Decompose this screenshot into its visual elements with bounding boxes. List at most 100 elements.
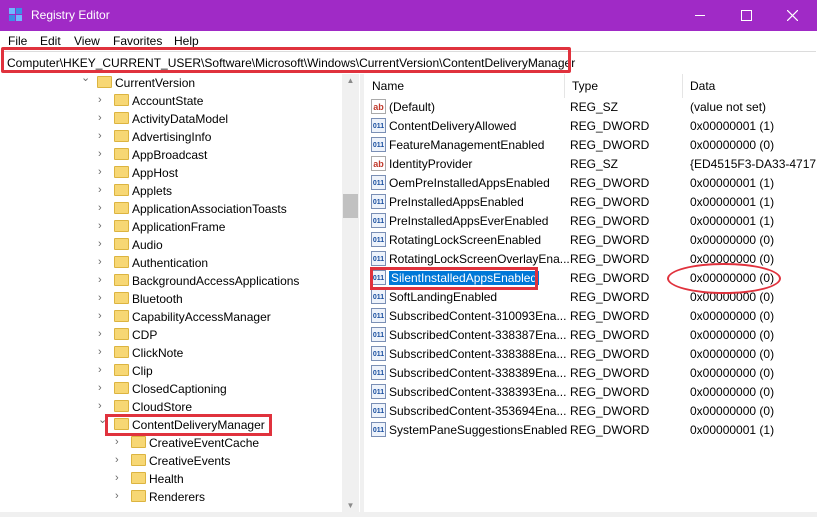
- tree-item-label: AccountState: [132, 94, 204, 108]
- dword-value-icon: 011: [371, 194, 386, 209]
- dword-value-icon: 011: [371, 175, 386, 190]
- tree-item[interactable]: › Health: [1, 470, 341, 488]
- value-row[interactable]: 011 SubscribedContent-338389Ena... REG_DWO…: [364, 363, 816, 382]
- scroll-down-icon[interactable]: ▼: [342, 501, 359, 510]
- value-type: REG_DWORD: [570, 252, 650, 266]
- value-row[interactable]: 011 SubscribedContent-310093Ena... REG_DWO…: [364, 306, 816, 325]
- chevron-right-icon[interactable]: ›: [98, 130, 102, 142]
- column-type-label: Type: [572, 79, 599, 93]
- tree-item[interactable]: › ApplicationAssociationToasts: [1, 200, 341, 218]
- folder-icon: [114, 148, 129, 160]
- value-row[interactable]: 011 FeatureManagementEnabled REG_DWORD 0x00…: [364, 135, 816, 154]
- maximize-button[interactable]: [723, 0, 769, 31]
- column-header-type[interactable]: Type: [564, 74, 683, 98]
- chevron-right-icon[interactable]: ›: [98, 184, 102, 196]
- value-row[interactable]: ab (Default) REG_SZ (value not set): [364, 97, 816, 116]
- chevron-right-icon[interactable]: ›: [115, 472, 119, 484]
- column-header-data[interactable]: Data: [682, 74, 816, 98]
- tree-item[interactable]: › Applets: [1, 182, 341, 200]
- tree-item[interactable]: › CDP: [1, 326, 341, 344]
- tree-item[interactable]: › BackgroundAccessApplications: [1, 272, 341, 290]
- value-name: SubscribedContent-338389Ena...: [389, 366, 567, 380]
- tree-item[interactable]: › AccountState: [1, 92, 341, 110]
- chevron-right-icon[interactable]: ›: [115, 490, 119, 502]
- value-row[interactable]: 011 SubscribedContent-338393Ena... REG_DWO…: [364, 382, 816, 401]
- menu-edit[interactable]: Edit: [40, 34, 61, 48]
- dword-value-icon: 011: [371, 327, 386, 342]
- value-type: REG_DWORD: [570, 423, 650, 437]
- chevron-right-icon[interactable]: ›: [98, 274, 102, 286]
- scroll-thumb[interactable]: [343, 194, 358, 218]
- chevron-right-icon[interactable]: ›: [98, 400, 102, 412]
- menu-file[interactable]: File: [8, 34, 27, 48]
- tree-item[interactable]: › Authentication: [1, 254, 341, 272]
- value-row[interactable]: 011 SubscribedContent-353694Ena... REG_DWO…: [364, 401, 816, 420]
- chevron-right-icon[interactable]: ›: [98, 346, 102, 358]
- tree-item-label: Applets: [132, 184, 173, 198]
- chevron-right-icon[interactable]: ›: [98, 166, 102, 178]
- tree-item[interactable]: › CapabilityAccessManager: [1, 308, 341, 326]
- tree-item[interactable]: › Renderers: [1, 488, 341, 506]
- folder-icon: [114, 328, 129, 340]
- chevron-right-icon[interactable]: ›: [98, 220, 102, 232]
- value-row[interactable]: 011 OemPreInstalledAppsEnabled REG_DWORD 0x…: [364, 173, 816, 192]
- value-name: SubscribedContent-353694Ena...: [389, 404, 567, 418]
- chevron-right-icon[interactable]: ›: [115, 454, 119, 466]
- tree-item[interactable]: › ActivityDataModel: [1, 110, 341, 128]
- tree-item[interactable]: ⌄ CurrentVersion: [1, 74, 341, 92]
- value-row[interactable]: ab IdentityProvider REG_SZ {ED4515F3-DA33-4…: [364, 154, 816, 173]
- folder-icon: [131, 472, 146, 484]
- value-type: REG_DWORD: [570, 195, 650, 209]
- tree-item-label: CDP: [132, 328, 158, 342]
- chevron-right-icon[interactable]: ›: [98, 328, 102, 340]
- minimize-button[interactable]: [677, 0, 723, 31]
- tree-item[interactable]: › AppBroadcast: [1, 146, 341, 164]
- chevron-right-icon[interactable]: ›: [115, 436, 119, 448]
- chevron-right-icon[interactable]: ›: [98, 364, 102, 376]
- tree-item[interactable]: › AdvertisingInfo: [1, 128, 341, 146]
- tree-item[interactable]: › Audio: [1, 236, 341, 254]
- chevron-right-icon[interactable]: ›: [98, 292, 102, 304]
- menu-view[interactable]: View: [74, 34, 100, 48]
- value-type: REG_DWORD: [570, 233, 650, 247]
- menu-help[interactable]: Help: [174, 34, 199, 48]
- close-button[interactable]: [769, 0, 815, 31]
- chevron-down-icon[interactable]: ⌄: [81, 74, 90, 84]
- value-name: FeatureManagementEnabled: [389, 138, 545, 152]
- chevron-right-icon[interactable]: ›: [98, 94, 102, 106]
- chevron-right-icon[interactable]: ›: [98, 256, 102, 268]
- column-data-label: Data: [690, 79, 716, 93]
- value-row[interactable]: 011 PreInstalledAppsEverEnabled REG_DWORD 0…: [364, 211, 816, 230]
- address-highlight-box: [1, 47, 571, 73]
- column-header-name[interactable]: Name: [364, 74, 565, 98]
- chevron-right-icon[interactable]: ›: [98, 310, 102, 322]
- tree-item[interactable]: › CreativeEvents: [1, 452, 341, 470]
- folder-icon: [114, 184, 129, 196]
- chevron-right-icon[interactable]: ›: [98, 382, 102, 394]
- chevron-right-icon[interactable]: ›: [98, 112, 102, 124]
- tree-item[interactable]: › ClickNote: [1, 344, 341, 362]
- value-row[interactable]: 011 ContentDeliveryAllowed REG_DWORD 0x0000…: [364, 116, 816, 135]
- tree-item[interactable]: › CreativeEventCache: [1, 434, 341, 452]
- value-row[interactable]: 011 SystemPaneSuggestionsEnabled REG_DWORD…: [364, 420, 816, 439]
- value-row[interactable]: 011 SubscribedContent-338388Ena... REG_DWO…: [364, 344, 816, 363]
- scroll-up-icon[interactable]: ▲: [342, 76, 359, 85]
- value-row[interactable]: 011 SubscribedContent-338387Ena... REG_DWO…: [364, 325, 816, 344]
- value-row[interactable]: 011 RotatingLockScreenEnabled REG_DWORD 0x0…: [364, 230, 816, 249]
- value-data: 0x00000000 (0): [690, 385, 775, 399]
- tree-item[interactable]: › AppHost: [1, 164, 341, 182]
- tree-item[interactable]: › ApplicationFrame: [1, 218, 341, 236]
- chevron-right-icon[interactable]: ›: [98, 238, 102, 250]
- dword-value-icon: 011: [371, 308, 386, 323]
- tree-item[interactable]: › Clip: [1, 362, 341, 380]
- value-row[interactable]: 011 PreInstalledAppsEnabled REG_DWORD 0x000…: [364, 192, 816, 211]
- value-name: SubscribedContent-338387Ena...: [389, 328, 567, 342]
- chevron-right-icon[interactable]: ›: [98, 202, 102, 214]
- tree-scrollbar[interactable]: ▲ ▼: [342, 74, 359, 512]
- tree-item[interactable]: › ClosedCaptioning: [1, 380, 341, 398]
- key-tree: ⌄ CurrentVersion › AccountState › ActivityDat…: [1, 74, 360, 512]
- menu-favorites[interactable]: Favorites: [113, 34, 162, 48]
- chevron-right-icon[interactable]: ›: [98, 148, 102, 160]
- tree-item[interactable]: › Bluetooth: [1, 290, 341, 308]
- title-bar: Registry Editor: [0, 0, 817, 31]
